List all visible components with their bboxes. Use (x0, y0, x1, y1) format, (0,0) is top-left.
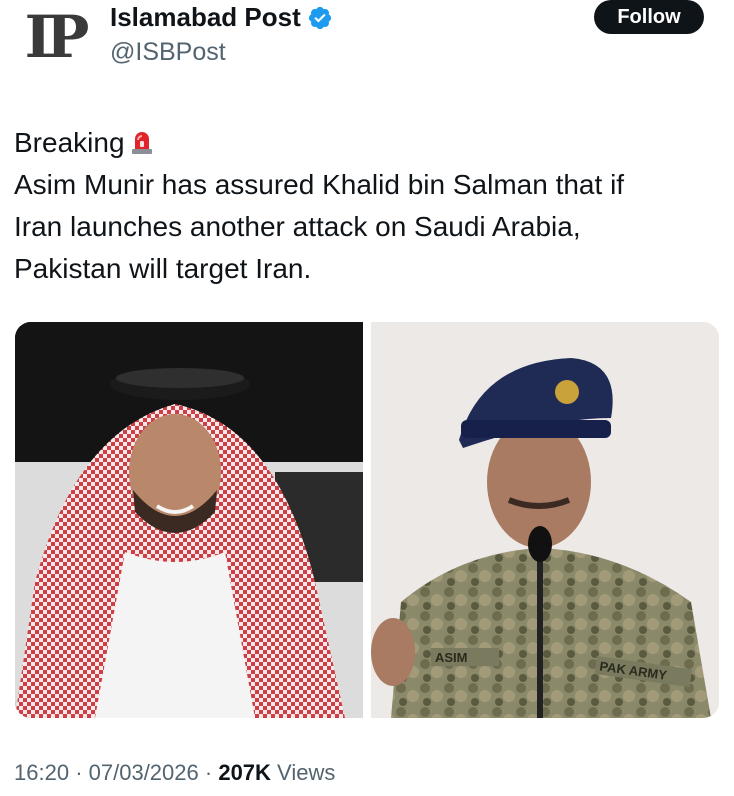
tweet-time[interactable]: 16:20 (14, 760, 69, 785)
tweet-meta: 16:20 · 07/03/2026 · 207K Views (14, 760, 335, 786)
tweet-line-2: Asim Munir has assured Khalid bin Salman… (14, 169, 625, 200)
author-name-row[interactable]: Islamabad Post (110, 2, 333, 33)
photo-icon (15, 322, 363, 718)
tweet-breaking-label: Breaking (14, 127, 125, 158)
name-tape: ASIM (435, 650, 468, 665)
photo-right[interactable]: ASIM PAK ARMY (371, 322, 719, 718)
avatar[interactable]: IP (14, 2, 94, 72)
tweet-line-1: Breaking (14, 122, 714, 164)
verified-badge-icon (308, 6, 331, 29)
tweet-line-3: Iran launches another attack on Saudi Ar… (14, 211, 581, 242)
follow-button[interactable]: Follow (594, 0, 704, 34)
siren-icon (131, 132, 152, 154)
avatar-logo-text: IP (24, 3, 90, 71)
tweet-date[interactable]: 07/03/2026 (89, 760, 199, 785)
meta-separator: · (75, 760, 89, 785)
display-name[interactable]: Islamabad Post (110, 2, 301, 33)
views-label: Views (277, 760, 336, 785)
tweet-text: Breaking Asim Munir has assured Khalid b… (14, 122, 714, 290)
tweet-media[interactable]: ASIM PAK ARMY (15, 322, 719, 718)
tweet-line-4: Pakistan will target Iran. (14, 253, 312, 284)
photo-icon: ASIM PAK ARMY (371, 322, 719, 718)
views-count[interactable]: 207K (218, 760, 271, 785)
meta-separator: · (204, 760, 219, 785)
author-handle[interactable]: @ISBPost (110, 38, 226, 67)
photo-left[interactable] (15, 322, 363, 718)
